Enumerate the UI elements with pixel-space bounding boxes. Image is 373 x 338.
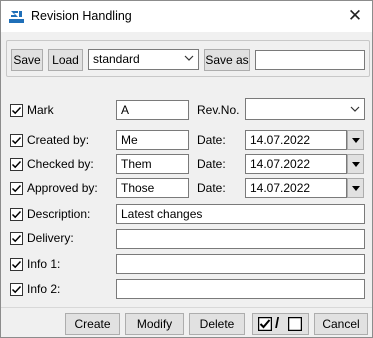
revision-handling-dialog: Revision Handling ✕ Save Load standard S… xyxy=(0,0,373,338)
mark-label: Mark xyxy=(27,103,54,117)
chevron-down-icon xyxy=(184,55,194,61)
checked-by-label: Checked by: xyxy=(27,157,94,171)
save-button[interactable]: Save xyxy=(11,49,43,71)
approved-date-dropdown-button[interactable] xyxy=(347,178,364,198)
close-icon[interactable]: ✕ xyxy=(338,1,372,32)
delivery-input[interactable] xyxy=(116,229,365,249)
checked-date-input[interactable]: 14.07.2022 xyxy=(245,154,347,174)
unchecked-box-icon xyxy=(288,317,302,331)
created-by-input[interactable]: Me xyxy=(116,130,189,150)
delete-button[interactable]: Delete xyxy=(189,313,245,335)
cancel-button[interactable]: Cancel xyxy=(314,313,368,335)
window-title: Revision Handling xyxy=(31,9,132,23)
created-date-input[interactable]: 14.07.2022 xyxy=(245,130,347,150)
approved-by-input[interactable]: Those xyxy=(116,178,189,198)
chevron-down-icon xyxy=(350,106,360,112)
checked-by-checkbox[interactable] xyxy=(10,158,23,171)
checked-date-dropdown-button[interactable] xyxy=(347,154,364,174)
profile-value: standard xyxy=(93,52,140,66)
footer-separator xyxy=(1,307,372,308)
title-bar: Revision Handling ✕ xyxy=(1,1,372,32)
info2-input[interactable] xyxy=(116,279,365,299)
created-by-checkbox[interactable] xyxy=(10,134,23,147)
created-date-dropdown-button[interactable] xyxy=(347,130,364,150)
delivery-label: Delivery: xyxy=(27,231,74,245)
checked-date-label: Date: xyxy=(197,157,226,171)
delivery-checkbox[interactable] xyxy=(10,232,23,245)
checked-box-icon xyxy=(258,317,272,331)
toggle-separator: / xyxy=(275,315,280,332)
app-icon xyxy=(9,11,24,23)
save-as-name-input[interactable] xyxy=(255,50,365,70)
save-as-button[interactable]: Save as xyxy=(204,49,250,71)
rev-no-label: Rev.No. xyxy=(197,103,240,117)
description-label: Description: xyxy=(27,207,91,221)
info1-input[interactable] xyxy=(116,254,365,274)
toggle-all-checkboxes-button[interactable]: / xyxy=(252,313,309,335)
approved-date-input[interactable]: 14.07.2022 xyxy=(245,178,347,198)
info2-checkbox[interactable] xyxy=(10,283,23,296)
mark-input[interactable]: A xyxy=(116,100,189,120)
mark-checkbox[interactable] xyxy=(10,104,23,117)
info1-label: Info 1: xyxy=(27,257,61,271)
approved-by-checkbox[interactable] xyxy=(10,182,23,195)
created-date-label: Date: xyxy=(197,133,226,147)
profile-select[interactable]: standard xyxy=(88,49,199,70)
modify-button[interactable]: Modify xyxy=(125,313,184,335)
approved-date-label: Date: xyxy=(197,181,226,195)
created-by-label: Created by: xyxy=(27,133,90,147)
info1-checkbox[interactable] xyxy=(10,258,23,271)
info2-label: Info 2: xyxy=(27,282,61,296)
load-button[interactable]: Load xyxy=(48,49,83,71)
create-button[interactable]: Create xyxy=(65,313,120,335)
description-checkbox[interactable] xyxy=(10,208,23,221)
approved-by-label: Approved by: xyxy=(27,181,98,195)
rev-no-select[interactable] xyxy=(245,98,365,120)
description-input[interactable]: Latest changes xyxy=(116,204,365,224)
checked-by-input[interactable]: Them xyxy=(116,154,189,174)
